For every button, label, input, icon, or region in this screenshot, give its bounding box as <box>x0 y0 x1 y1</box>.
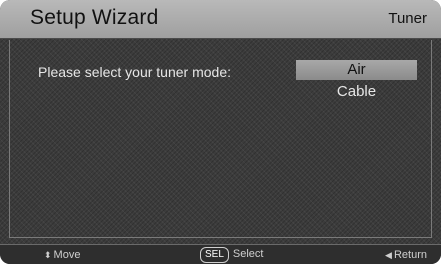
return-hint: ◀ Return <box>385 249 427 261</box>
section-label: Tuner <box>388 10 427 27</box>
setup-wizard-screen: Setup Wizard Tuner Please select your tu… <box>0 0 441 264</box>
tuner-mode-prompt: Please select your tuner mode: <box>38 64 231 80</box>
option-air[interactable]: Air <box>296 60 417 80</box>
select-hint: SEL Select <box>200 247 263 263</box>
sel-key-icon: SEL <box>200 247 229 263</box>
page-title: Setup Wizard <box>30 6 159 29</box>
up-down-arrow-icon: ⬍ <box>44 250 52 260</box>
left-arrow-icon: ◀ <box>385 250 392 260</box>
move-label: Move <box>53 249 81 261</box>
option-cable[interactable]: Cable <box>296 82 417 102</box>
select-label: Select <box>232 248 264 260</box>
return-label: Return <box>393 249 427 261</box>
header-bar: Setup Wizard Tuner <box>0 0 441 39</box>
footer-bar: ⬍ Move SEL Select ◀ Return <box>0 244 441 264</box>
move-hint: ⬍ Move <box>44 249 80 261</box>
